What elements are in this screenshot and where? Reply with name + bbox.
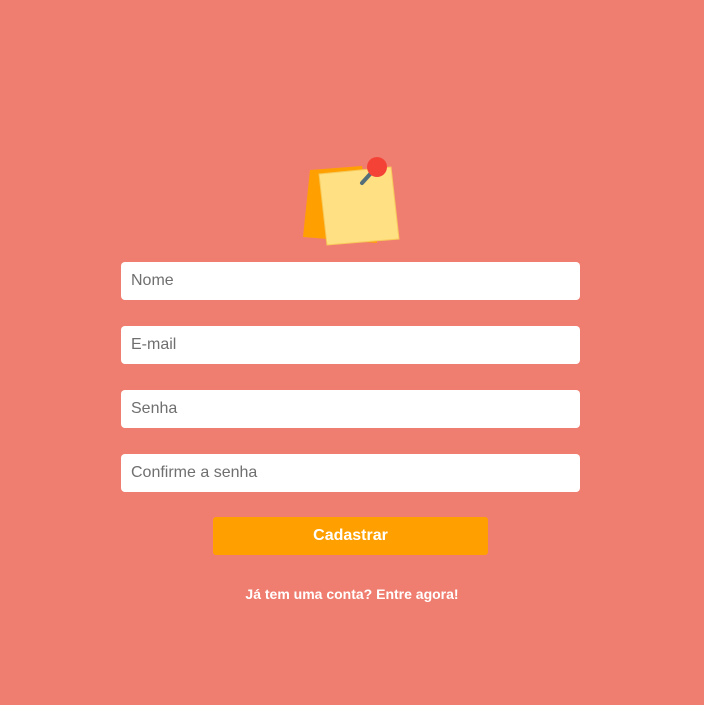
- sticky-note-front: [318, 166, 400, 246]
- pin-head-icon: [367, 157, 387, 177]
- password-field[interactable]: [121, 390, 580, 428]
- email-field[interactable]: [121, 326, 580, 364]
- confirm-password-field[interactable]: [121, 454, 580, 492]
- sticky-note-logo-icon: [300, 155, 404, 249]
- name-field[interactable]: [121, 262, 580, 300]
- register-button[interactable]: Cadastrar: [213, 517, 488, 555]
- login-link[interactable]: Já tem uma conta? Entre agora!: [0, 584, 704, 604]
